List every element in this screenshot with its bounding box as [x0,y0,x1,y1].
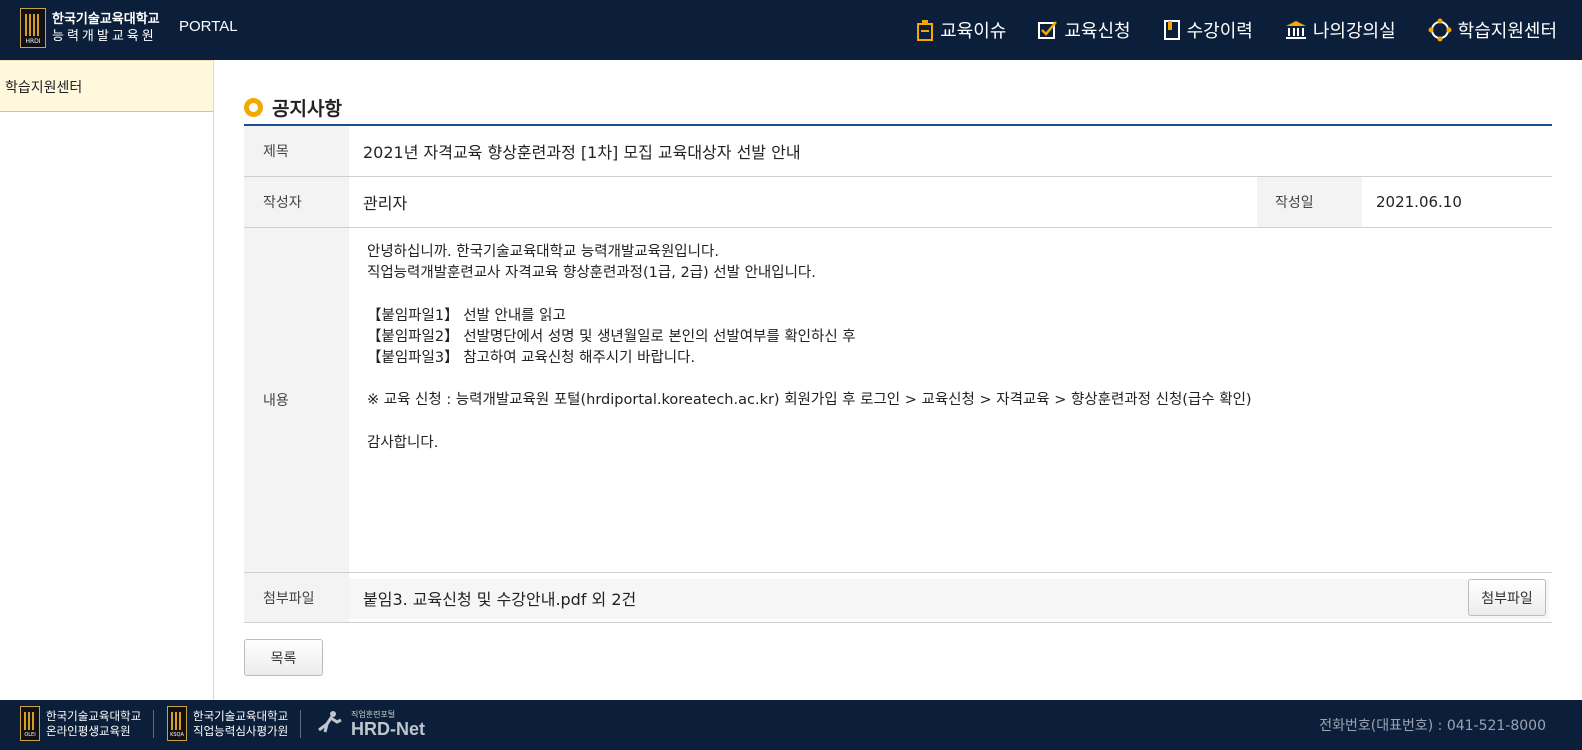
author-value: 관리자 [363,194,408,213]
clipboard-icon [917,20,934,41]
sidebar-item-learning-support[interactable]: 학습지원센터 [0,60,213,112]
nav-label: 나의강의실 [1312,21,1396,42]
support-icon [1428,18,1452,42]
checkbox-icon [1038,21,1058,39]
nav-label: 학습지원센터 [1457,21,1557,42]
book-icon [1163,20,1180,40]
row-attachment: 첨부파일 붙임3. 교육신청 및 수강안내.pdf 외 2건 첨부파일 [244,573,1552,623]
attachment-button[interactable]: 첨부파일 [1468,579,1546,616]
date-label: 작성일 [1257,177,1362,227]
portal-label: PORTAL [179,18,238,35]
nav-label: 교육신청 [1064,21,1131,42]
nav-item-course-history[interactable]: 수강이력 [1163,17,1253,43]
row-title: 제목 2021년 자격교육 향상훈련과정 [1차] 모집 교육대상자 선발 안내 [244,126,1552,177]
emblem-icon: KSQA [167,706,187,741]
notice-title: 2021년 자격교육 향상훈련과정 [1차] 모집 교육대상자 선발 안내 [363,143,801,162]
attach-value[interactable]: 붙임3. 교육신청 및 수강안내.pdf 외 2건 [349,573,636,622]
hrdnet-big: HRD-Net [351,719,425,739]
org2-line1: 한국기술교육대학교 [193,708,289,723]
nav-item-learning-support[interactable]: 학습지원센터 [1428,17,1557,43]
footer-logo-hrdnet[interactable]: 직업훈련포털 HRD-Net [315,708,425,739]
page-title-text: 공지사항 [272,98,342,120]
row-author: 작성자 관리자 작성일 2021.06.10 [244,177,1552,228]
footer-logo-olei[interactable]: OLEI 한국기술교육대학교 온라인평생교육원 [20,706,141,741]
emblem-tag: KSQA [170,732,184,738]
footer-divider [153,710,154,738]
nav-item-my-classroom[interactable]: 나의강의실 [1285,17,1396,43]
footer: OLEI 한국기술교육대학교 온라인평생교육원 KSQA 한국기술교육대학교 직… [0,700,1582,750]
main-nav: 교육이슈 교육신청 수강이력 나의강의실 학습지원센터 [884,0,1557,60]
runner-icon [318,711,342,733]
nav-item-education-apply[interactable]: 교육신청 [1038,17,1131,43]
nav-label: 수강이력 [1186,21,1253,42]
row-content: 내용 안녕하십니까. 한국기술교육대학교 능력개발교육원입니다. 직업능력개발훈… [244,228,1552,573]
author-label: 작성자 [244,177,349,227]
list-button[interactable]: 목록 [244,639,323,676]
org1-line2: 온라인평생교육원 [46,723,131,738]
sidebar: 학습지원센터 [0,60,214,700]
nav-item-education-issue[interactable]: 교육이슈 [916,17,1006,43]
date-value: 2021.06.10 [1376,193,1462,211]
logo-line2: 능력개발교육원 [52,29,157,44]
title-label: 제목 [244,126,349,176]
notice-body: 안녕하십니까. 한국기술교육대학교 능력개발교육원입니다. 직업능력개발훈련교사… [367,244,1252,451]
nav-label: 교육이슈 [940,21,1007,42]
content-label: 내용 [244,228,349,572]
footer-divider [300,710,301,738]
emblem-tag: OLEI [24,732,36,738]
phone-number: 전화번호(대표번호) : 041-521-8000 [1319,718,1546,734]
hrdi-logo[interactable]: HRDI 한국기술교육대학교 능력개발교육원 [20,8,160,48]
logo-line1: 한국기술교육대학교 [52,12,160,27]
circle-bullet-icon [244,98,263,117]
emblem-icon: OLEI [20,706,40,741]
top-header: HRDI 한국기술교육대학교 능력개발교육원 PORTAL 교육이슈 교육신청 [0,0,1582,60]
building-icon [1285,21,1306,39]
attach-label: 첨부파일 [244,573,349,622]
emblem-tag: HRDI [25,38,41,45]
footer-logo-ksqa[interactable]: KSQA 한국기술교육대학교 직업능력심사평가원 [167,706,288,741]
org1-line1: 한국기술교육대학교 [46,708,142,723]
emblem-icon: HRDI [20,8,46,48]
page-title: 공지사항 [244,94,342,121]
org2-line2: 직업능력심사평가원 [193,723,289,738]
